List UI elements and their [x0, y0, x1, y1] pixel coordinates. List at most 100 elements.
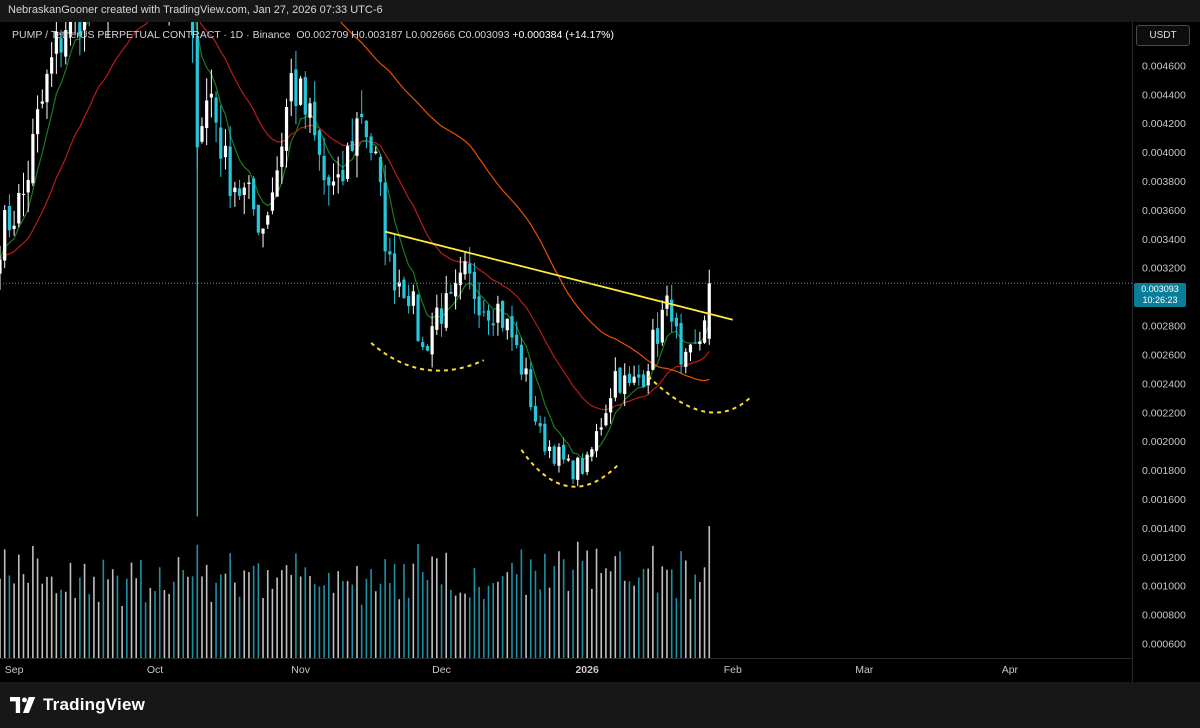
candle-body [651, 329, 655, 370]
currency-button[interactable]: USDT [1136, 25, 1190, 46]
last-price-value: 0.003093 [1141, 284, 1179, 294]
candle-body [407, 295, 411, 307]
candle-body [627, 373, 632, 383]
volume-bar [224, 573, 227, 658]
volume-bar [252, 565, 255, 658]
candle-body [322, 155, 326, 181]
tradingview-brand[interactable]: TradingView [10, 695, 145, 715]
volume-bar [32, 545, 34, 658]
candle-body [590, 449, 594, 457]
volume-bar [684, 560, 687, 658]
volume-bar [473, 567, 476, 658]
candle-body [641, 374, 646, 387]
volume-bar [393, 563, 396, 658]
volume-bar [337, 571, 339, 658]
y-tick-label: 0.001400 [1142, 523, 1186, 535]
candle-body [336, 174, 340, 178]
volume-bar [440, 584, 443, 658]
volume-bar [8, 575, 11, 658]
volume-bar [576, 541, 579, 658]
candle-body [519, 344, 523, 375]
price-change: +0.000384 (+14.17%) [512, 29, 614, 41]
volume-bar [600, 573, 603, 658]
volume-bar [102, 559, 105, 658]
candle-body [463, 261, 467, 275]
attribution-text: NebraskanGooner created with TradingView… [8, 4, 383, 16]
candle-body [355, 118, 359, 156]
candle-body [454, 282, 458, 297]
candle-body [233, 187, 237, 193]
y-tick-label: 0.002600 [1142, 349, 1186, 361]
volume-bar [154, 590, 156, 658]
volume-bar [586, 550, 588, 658]
candle-body [698, 341, 702, 345]
volume-bar [356, 566, 358, 658]
volume-bar [243, 570, 246, 658]
head-arc [520, 449, 621, 488]
volume-bar [403, 563, 405, 658]
volume-bar [459, 592, 462, 658]
candle-body [331, 181, 336, 186]
candle-body [599, 427, 603, 430]
volume-bar [271, 588, 274, 658]
volume-bar [83, 563, 86, 658]
volume-bar [694, 574, 696, 658]
volume-bar [111, 569, 114, 658]
volume-bar [88, 594, 91, 658]
volume-bar [285, 565, 288, 658]
candle-body [313, 101, 317, 136]
candle-body [374, 151, 378, 154]
candle-body [388, 251, 392, 255]
volume-bar [13, 583, 15, 658]
y-tick-label: 0.004400 [1142, 89, 1186, 101]
footer-bar: TradingView [0, 682, 1200, 728]
volume-bar [529, 559, 532, 658]
candle-body [383, 182, 387, 252]
candle-body [350, 140, 354, 151]
candle-body [529, 369, 533, 408]
volume-bar [116, 575, 119, 658]
volume-bar [172, 581, 175, 658]
chart-frame[interactable]: 0.0048000.0046000.0044000.0042000.004000… [0, 22, 1200, 682]
candle-body [317, 130, 322, 155]
volume-bar [140, 559, 142, 658]
volume-bar [638, 577, 640, 658]
candle-body [510, 316, 514, 338]
candle-body [609, 398, 613, 413]
volume-bar [304, 567, 307, 658]
symbol-title: PUMP / TetherUS PERPETUAL CONTRACT · 1D … [12, 29, 291, 41]
candle-body [468, 263, 472, 274]
volume-bar [374, 591, 377, 658]
volume-bar [426, 579, 429, 658]
candle-body [533, 405, 538, 422]
volume-bar [680, 551, 682, 658]
x-tick-label: Apr [1002, 664, 1019, 676]
volume-bar [55, 593, 58, 658]
volume-bar [327, 572, 330, 658]
candle-body [576, 457, 580, 480]
volume-bar [431, 556, 433, 658]
candle-body [439, 308, 444, 324]
candle-body [0, 259, 2, 274]
y-tick-label: 0.002000 [1142, 436, 1186, 448]
volume-bar [46, 576, 48, 658]
candle-body [547, 446, 552, 452]
volume-bar [41, 583, 44, 658]
volume-bar [191, 576, 194, 658]
volume-bar [182, 570, 184, 658]
candle-body [702, 320, 707, 343]
candle-body [618, 367, 622, 393]
volume-bar [168, 593, 170, 658]
volume-bar [445, 552, 448, 658]
volume-bar [196, 544, 199, 658]
volume-bar [548, 587, 551, 658]
candle-body [360, 113, 364, 118]
volume-bar [27, 582, 29, 658]
volume-bar [342, 581, 344, 658]
price-chart[interactable]: 0.0048000.0046000.0044000.0042000.004000… [0, 22, 1200, 682]
volume-bar [281, 570, 283, 658]
candle-body [543, 423, 547, 452]
volume-bar [346, 581, 349, 658]
volume-bar [661, 566, 664, 658]
candle-body [693, 342, 697, 344]
